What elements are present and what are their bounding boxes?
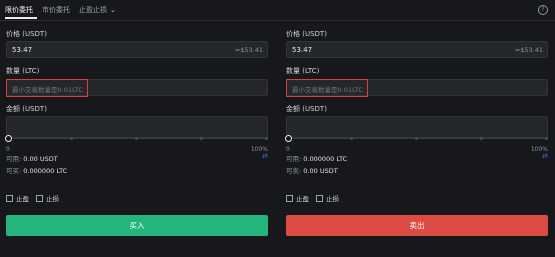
stop-loss-checkbox[interactable]: 止损: [36, 193, 59, 203]
stop-loss-checkbox[interactable]: 止损: [316, 193, 339, 203]
checkbox-icon: [6, 195, 13, 202]
price-label: 价格 (USDT): [286, 30, 327, 38]
available-label: 可用:: [286, 155, 302, 163]
available-balance: 可用: 0.00 USDT: [6, 153, 58, 163]
checkbox-icon: [316, 195, 323, 202]
price-usd-equivalent: ≈$53.41: [234, 46, 263, 54]
take-profit-checkbox[interactable]: 止盈: [286, 193, 309, 203]
max-buy-value: 0.000000 LTC: [23, 167, 68, 175]
quantity-label: 数量 (LTC): [6, 67, 40, 75]
stop-loss-label: 止损: [46, 195, 59, 203]
buy-panel: 价格 (USDT) 53.47 ≈$53.41 数量 (LTC) 最小交易数量是…: [5, 0, 268, 257]
slider-tick: [200, 137, 203, 140]
available-label: 可用:: [6, 155, 22, 163]
slider-knob[interactable]: [5, 135, 12, 142]
sell-button[interactable]: 卖出: [286, 215, 548, 236]
take-profit-label: 止盈: [296, 195, 309, 203]
highlight-box: [286, 79, 368, 97]
price-value: 53.47: [12, 46, 33, 54]
slider-tick: [545, 137, 548, 140]
highlight-box: [6, 79, 88, 97]
slider-tick: [70, 137, 73, 140]
slider-tick: [265, 137, 268, 140]
max-buy: 可买: 0.000000 LTC: [6, 165, 67, 175]
slider-min-label: 0: [286, 146, 290, 153]
price-usd-equivalent: ≈$53.41: [514, 46, 543, 54]
available-value: 0.00 USDT: [23, 155, 58, 163]
buy-button[interactable]: 买入: [6, 215, 268, 236]
max-sell-value: 0.00 USDT: [303, 167, 338, 175]
take-profit-checkbox[interactable]: 止盈: [6, 193, 29, 203]
price-input[interactable]: 53.47 ≈$53.41: [286, 41, 548, 58]
percent-slider[interactable]: 0 100%: [5, 135, 268, 153]
max-buy-label: 可买:: [6, 167, 22, 175]
take-profit-label: 止盈: [16, 195, 29, 203]
quantity-label: 数量 (LTC): [286, 67, 320, 75]
max-sell-label: 可卖:: [286, 167, 302, 175]
transfer-icon[interactable]: ⇄: [262, 152, 268, 160]
slider-tick: [480, 137, 483, 140]
max-sell: 可卖: 0.00 USDT: [286, 165, 338, 175]
price-value: 53.47: [292, 46, 313, 54]
price-input[interactable]: 53.47 ≈$53.41: [6, 41, 268, 58]
stop-loss-label: 止损: [326, 195, 339, 203]
slider-tick: [350, 137, 353, 140]
slider-tick: [135, 137, 138, 140]
amount-label: 金额 (USDT): [6, 105, 47, 113]
available-balance: 可用: 0.000000 LTC: [286, 153, 347, 163]
price-label: 价格 (USDT): [6, 30, 47, 38]
slider-min-label: 0: [6, 146, 10, 153]
checkbox-icon: [36, 195, 43, 202]
available-value: 0.000000 LTC: [303, 155, 348, 163]
slider-tick: [415, 137, 418, 140]
quantity-input[interactable]: 最小交易数量是0.01LTC: [6, 79, 268, 97]
sell-panel: 价格 (USDT) 53.47 ≈$53.41 数量 (LTC) 最小交易数量是…: [285, 0, 548, 257]
amount-label: 金额 (USDT): [286, 105, 327, 113]
transfer-icon[interactable]: ⇄: [542, 152, 548, 160]
percent-slider[interactable]: 0 100%: [285, 135, 548, 153]
checkbox-icon: [286, 195, 293, 202]
quantity-input[interactable]: 最小交易数量是0.01LTC: [286, 79, 548, 97]
slider-knob[interactable]: [285, 135, 292, 142]
